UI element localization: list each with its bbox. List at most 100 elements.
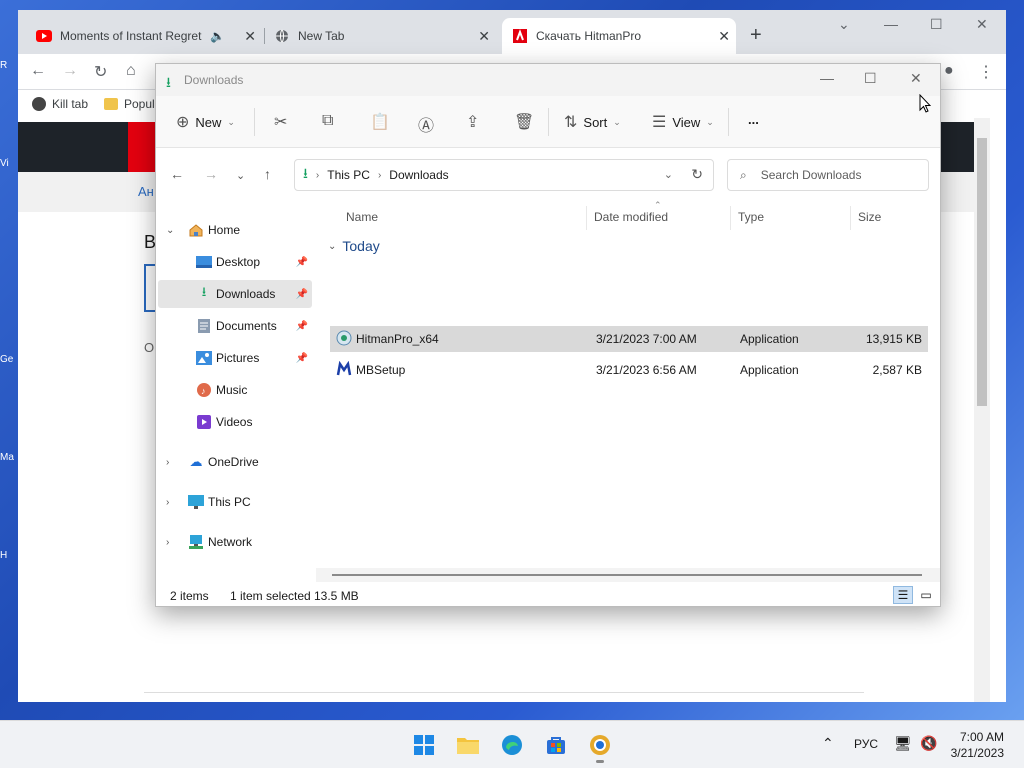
sort-button[interactable]: ⇅ Sort ⌄ [564, 112, 621, 132]
desktop-icon-label[interactable]: Ma [0, 452, 18, 463]
sidebar-item-downloads[interactable]: ⭳ Downloads 📌 [158, 280, 312, 308]
desktop-icon-label[interactable]: Ge [0, 354, 18, 365]
back-icon[interactable]: ← [30, 62, 46, 80]
breadcrumb-item[interactable]: This PC [327, 168, 370, 182]
bookmark-folder[interactable]: Popul [104, 97, 155, 111]
minimize-icon[interactable]: — [820, 70, 834, 86]
sidebar-item-home[interactable]: ⌄ Home [158, 216, 312, 244]
chevron-down-icon[interactable]: ⌄ [236, 169, 245, 182]
minimize-icon[interactable]: — [884, 16, 898, 32]
forward-icon[interactable]: → [204, 166, 218, 182]
column-separator[interactable] [730, 206, 731, 230]
tiles-view-icon[interactable]: ▭ [916, 586, 936, 604]
sidebar-item-documents[interactable]: Documents 📌 [158, 312, 312, 340]
desktop-icon-label[interactable]: R [0, 60, 18, 71]
copy-button[interactable]: ⧉ [322, 112, 333, 130]
details-view-icon[interactable]: ☰ [893, 586, 913, 604]
sidebar-item-onedrive[interactable]: › ☁ OneDrive [158, 448, 312, 476]
scroll-thumb[interactable] [977, 138, 987, 406]
refresh-icon[interactable]: ↻ [691, 166, 703, 183]
close-icon[interactable]: ✕ [478, 28, 490, 45]
rename-icon: Ⓐ [418, 118, 435, 135]
column-header-date[interactable]: Date modified [594, 210, 668, 224]
cut-button[interactable]: ✂ [274, 112, 287, 132]
chevron-down-icon[interactable]: ⌄ [664, 168, 673, 181]
pin-icon[interactable]: 📌 [296, 289, 308, 300]
column-separator[interactable] [850, 206, 851, 230]
profile-icon[interactable]: ● [944, 62, 954, 80]
chevron-down-icon: ⌄ [613, 116, 621, 127]
network-icon[interactable]: 🖥 [894, 735, 912, 752]
home-icon[interactable]: ⌂ [126, 62, 136, 80]
chrome-button[interactable] [586, 731, 614, 763]
share-button[interactable]: ⇪ [466, 112, 479, 132]
edge-icon [502, 735, 522, 755]
language-indicator[interactable]: РУС [854, 737, 878, 751]
group-header[interactable]: ⌄ Today [328, 236, 380, 256]
delete-button[interactable]: 🗑 [514, 112, 534, 132]
sidebar-item-desktop[interactable]: Desktop 📌 [158, 248, 312, 276]
explorer-titlebar[interactable]: ⭳ Downloads — ☐ ✕ [156, 64, 940, 96]
close-icon[interactable]: ✕ [718, 28, 730, 45]
breadcrumb-item[interactable]: Downloads [389, 168, 448, 182]
view-button[interactable]: ☰ View ⌄ [652, 112, 714, 132]
window-title: Downloads [184, 73, 244, 87]
maximize-icon[interactable]: ☐ [864, 70, 877, 87]
sidebar-item-music[interactable]: ♪ Music [158, 376, 312, 404]
chevron-right-icon[interactable]: › [166, 537, 169, 548]
start-button[interactable] [410, 731, 438, 759]
browser-tab[interactable]: Moments of Instant Regret 🔈 ✕ [36, 22, 262, 50]
file-explorer-button[interactable] [454, 731, 482, 759]
chevron-down-icon[interactable]: ⌄ [166, 225, 174, 236]
column-header-size[interactable]: Size [858, 210, 881, 224]
browser-tab-active[interactable]: Скачать HitmanPro ✕ [502, 18, 736, 54]
plus-circle-icon: ⊕ [176, 114, 190, 131]
new-button[interactable]: ⊕ New ⌄ [176, 112, 235, 132]
bookmark-item[interactable]: Kill tab [32, 97, 88, 111]
column-header-name[interactable]: Name [346, 210, 378, 224]
back-icon[interactable]: ← [170, 166, 184, 182]
paste-button[interactable]: 📋 [370, 112, 390, 132]
address-bar[interactable]: ⭳ › This PC › Downloads ⌄ ↻ [294, 159, 714, 191]
menu-icon[interactable]: ⋮ [978, 62, 994, 82]
more-button[interactable]: ... [748, 112, 759, 127]
chevron-right-icon[interactable]: › [166, 457, 169, 468]
sidebar-item-pictures[interactable]: Pictures 📌 [158, 344, 312, 372]
desktop-icon-label[interactable]: Vi [0, 158, 18, 169]
chevron-up-icon[interactable]: ⌃ [822, 735, 834, 752]
site-nav-link[interactable]: Ан [138, 184, 154, 199]
column-separator[interactable] [586, 206, 587, 230]
up-arrow-icon[interactable]: ↑ [264, 166, 271, 182]
reload-icon[interactable]: ↻ [94, 62, 107, 82]
clock[interactable]: 7:00 AM 3/21/2023 [951, 729, 1004, 761]
browser-tab[interactable]: New Tab ✕ [274, 22, 496, 50]
chevron-right-icon[interactable]: › [166, 497, 169, 508]
search-input[interactable]: ⌕ Search Downloads [727, 159, 929, 191]
close-icon[interactable]: ✕ [910, 70, 922, 87]
edge-button[interactable] [498, 731, 526, 759]
pin-icon[interactable]: 📌 [296, 257, 308, 268]
column-header-type[interactable]: Type [738, 210, 764, 224]
store-button[interactable] [542, 731, 570, 759]
close-icon[interactable]: ✕ [976, 16, 988, 33]
chevron-down-icon[interactable]: ⌄ [838, 16, 850, 33]
pin-icon[interactable]: 📌 [296, 353, 308, 364]
forward-icon[interactable]: → [62, 62, 78, 80]
chevron-down-icon: ⌄ [706, 116, 714, 127]
page-scrollbar[interactable] [974, 118, 990, 702]
sidebar-item-this-pc[interactable]: › This PC [158, 488, 312, 516]
rename-button[interactable]: Ⓐ [418, 112, 434, 136]
maximize-icon[interactable]: ☐ [930, 16, 943, 33]
sidebar-item-videos[interactable]: Videos [158, 408, 312, 436]
pin-icon[interactable]: 📌 [296, 321, 308, 332]
close-icon[interactable]: ✕ [244, 28, 256, 45]
speaker-icon[interactable]: 🔈 [210, 29, 225, 43]
file-row[interactable]: HitmanPro_x64 3/21/2023 7:00 AM Applicat… [330, 326, 928, 352]
file-row[interactable]: MBSetup 3/21/2023 6:56 AM Application 2,… [330, 357, 928, 383]
volume-muted-icon[interactable]: 🔇 [920, 735, 937, 752]
desktop-icon-label[interactable]: H [0, 550, 18, 561]
horizontal-scroll-thumb[interactable] [332, 574, 922, 576]
new-tab-button[interactable]: + [750, 24, 762, 47]
view-label: View [672, 114, 701, 130]
sidebar-item-network[interactable]: › Network [158, 528, 312, 556]
